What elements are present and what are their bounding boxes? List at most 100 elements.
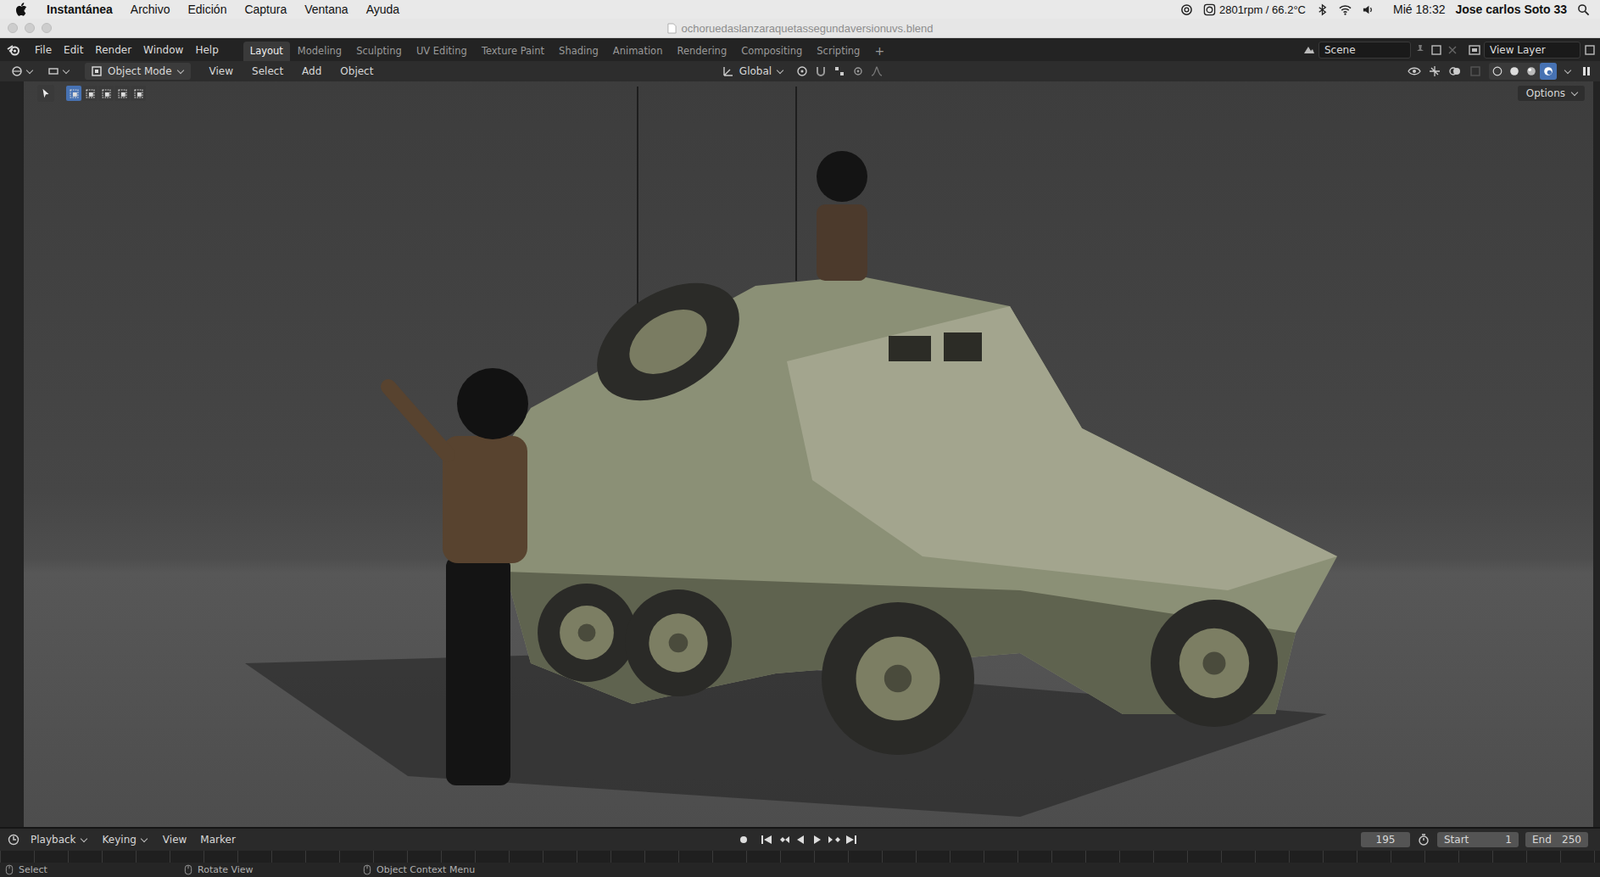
selection-mode-button[interactable] — [130, 85, 146, 101]
orientation-dropdown[interactable]: Global — [716, 62, 791, 80]
snap-icon[interactable] — [813, 64, 828, 79]
add-workspace-button[interactable]: + — [867, 41, 892, 62]
fan-status[interactable]: 2801rpm / 66.2°C — [1219, 3, 1306, 17]
view-layer-name[interactable]: View Layer — [1483, 41, 1581, 59]
workspace-tab[interactable]: Texture Paint — [474, 41, 552, 62]
menu-item[interactable]: Ayuda — [366, 2, 400, 17]
clock[interactable]: Mié 18:32 — [1393, 2, 1445, 17]
view-layer-icon — [1467, 43, 1482, 57]
top-menu[interactable]: Edit — [57, 44, 90, 56]
top-menu[interactable]: Help — [189, 44, 224, 56]
pause-icon[interactable] — [1579, 64, 1594, 79]
top-menu[interactable]: Window — [137, 44, 190, 56]
wifi-icon[interactable] — [1338, 3, 1352, 17]
next-keyframe-icon[interactable] — [826, 831, 842, 848]
timeline-menu[interactable]: View — [159, 833, 190, 846]
bluetooth-icon[interactable] — [1315, 3, 1329, 17]
view-layer-selector[interactable]: View Layer — [1467, 41, 1597, 59]
blender-logo-icon[interactable] — [6, 43, 21, 57]
search-icon[interactable] — [1577, 3, 1590, 17]
user-menu[interactable]: Jose carlos Soto 33 — [1455, 2, 1567, 17]
active-tool-button[interactable] — [37, 84, 55, 102]
delete-scene-icon[interactable] — [1445, 43, 1460, 57]
workspace-tab[interactable]: Animation — [606, 41, 670, 62]
fan-icon[interactable] — [1203, 3, 1216, 17]
workspace-tab[interactable]: Scripting — [809, 41, 867, 62]
new-scene-icon[interactable] — [1429, 43, 1444, 57]
workspace-tab[interactable]: Modeling — [290, 41, 349, 62]
record-icon[interactable] — [736, 832, 751, 847]
close-button[interactable] — [7, 22, 18, 34]
sidebar-strip[interactable] — [1593, 81, 1600, 827]
3d-viewport[interactable]: Options — [23, 81, 1594, 827]
shading-mode-button[interactable] — [1488, 62, 1506, 80]
toolbar-strip[interactable] — [0, 81, 24, 827]
zoom-button[interactable] — [41, 22, 52, 34]
workspace-tab[interactable]: Rendering — [669, 41, 734, 62]
workspace-tab[interactable]: Compositing — [734, 41, 809, 62]
current-frame-field[interactable]: 195 — [1360, 831, 1411, 848]
menu-item[interactable]: Archivo — [130, 2, 171, 17]
viewport-menu[interactable]: View — [202, 65, 240, 78]
minimize-button[interactable] — [24, 22, 35, 34]
workspace-tab[interactable]: Shading — [551, 41, 606, 62]
options-dropdown[interactable]: Options — [1517, 85, 1585, 101]
app-menu[interactable]: Instantánea — [46, 2, 113, 17]
pin-icon[interactable] — [1413, 43, 1428, 57]
jump-start-icon[interactable] — [758, 831, 775, 848]
shading-mode-button[interactable] — [1505, 62, 1523, 80]
menu-item[interactable]: Edición — [188, 2, 228, 17]
overlay-icon[interactable] — [1448, 64, 1462, 79]
scene-render[interactable] — [23, 81, 1594, 827]
end-frame-field[interactable]: End 250 — [1525, 831, 1589, 848]
jump-end-icon[interactable] — [843, 831, 859, 848]
timeline-editor-icon[interactable] — [6, 832, 21, 847]
timeline-menu[interactable]: Playback — [27, 833, 93, 846]
spare-wheel-hub — [618, 295, 720, 387]
creative-cloud-icon[interactable] — [1180, 3, 1194, 17]
stopwatch-icon[interactable] — [1416, 832, 1431, 847]
timeline-menu[interactable]: Keying — [99, 833, 153, 846]
selection-mode-icon — [133, 88, 145, 100]
shading-mode-button[interactable] — [1539, 62, 1557, 80]
snap-target-icon[interactable] — [832, 64, 847, 79]
play-icon[interactable] — [809, 831, 826, 848]
volume-icon[interactable] — [1361, 3, 1375, 17]
visibility-icon[interactable] — [1407, 64, 1422, 79]
prev-keyframe-icon[interactable] — [775, 831, 792, 848]
shading-mode-button[interactable] — [1522, 62, 1540, 80]
start-frame-field[interactable]: Start 1 — [1437, 831, 1519, 848]
top-menu[interactable]: Render — [89, 44, 138, 56]
selection-mode-button[interactable] — [82, 85, 98, 101]
wheel — [1150, 599, 1278, 727]
selection-mode-button[interactable] — [98, 85, 114, 101]
menu-item[interactable]: Ventana — [304, 2, 348, 17]
viewport-menu[interactable]: Select — [245, 65, 290, 78]
top-menu[interactable]: File — [28, 44, 58, 56]
scene-name[interactable]: Scene — [1318, 41, 1411, 59]
viewport-menu[interactable]: Add — [295, 65, 329, 78]
apple-icon[interactable] — [15, 2, 28, 17]
proportional-edit-icon[interactable] — [851, 64, 865, 79]
editor-type-button[interactable] — [6, 64, 39, 79]
selection-mode-button[interactable] — [66, 85, 82, 101]
workspace-tab[interactable]: Sculpting — [349, 41, 409, 62]
play-reverse-icon[interactable] — [792, 831, 809, 848]
menu-item[interactable]: Captura — [244, 2, 287, 17]
transport-buttons — [758, 831, 859, 848]
scene-selector[interactable]: Scene — [1302, 41, 1460, 59]
selection-mode-button[interactable] — [114, 85, 130, 101]
mode-dropdown[interactable]: Object Mode — [84, 62, 191, 80]
workspace-tab[interactable]: Layout — [243, 41, 290, 62]
timeline-menu[interactable]: Marker — [196, 833, 239, 846]
pivot-icon[interactable] — [795, 64, 809, 79]
workspace-tab[interactable]: UV Editing — [409, 41, 474, 62]
new-layer-icon[interactable] — [1583, 43, 1597, 57]
viewport-menu[interactable]: Object — [333, 65, 380, 78]
falloff-icon[interactable] — [869, 64, 884, 79]
chevron-icon[interactable] — [1564, 66, 1572, 73]
gizmo-icon[interactable] — [1427, 64, 1442, 79]
timeline-ruler[interactable] — [0, 850, 1600, 863]
xray-icon[interactable] — [1468, 64, 1483, 79]
editor-options-button[interactable] — [43, 64, 75, 79]
